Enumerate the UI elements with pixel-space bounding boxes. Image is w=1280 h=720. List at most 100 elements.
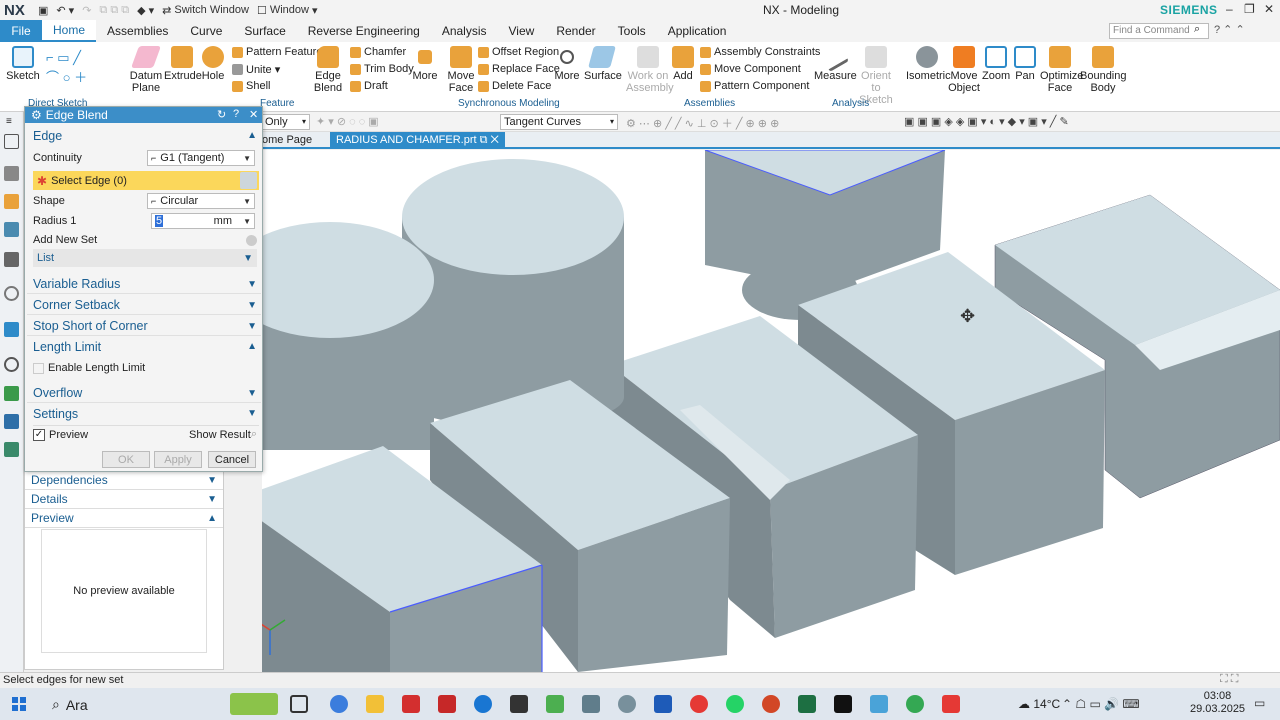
solidworks-icon[interactable] [402, 695, 420, 713]
more-sync-button[interactable]: More [552, 46, 582, 82]
whatsapp-icon[interactable] [726, 695, 744, 713]
details-section[interactable]: Details ▼ [25, 490, 223, 509]
replace-face-button[interactable]: Replace Face [478, 63, 560, 75]
overflow-section[interactable]: Overflow ▼ [27, 384, 261, 403]
search-icon[interactable]: ⌕ [1194, 23, 1200, 36]
fullscreen-icon[interactable]: ⛶ ⛶ [1220, 673, 1238, 686]
close-icon[interactable]: ✕ [249, 108, 258, 121]
optimize-face-button[interactable]: Optimize Face [1040, 46, 1083, 94]
process-studio-icon[interactable] [4, 442, 19, 457]
task-view-icon[interactable] [290, 695, 308, 713]
select-edge-row[interactable]: ✱ Select Edge (0) [33, 171, 259, 190]
curve-rule-dropdown[interactable]: Tangent Curves ▾ [500, 114, 618, 130]
assembly-constraints-button[interactable]: Assembly Constraints [700, 46, 820, 58]
move-face-button[interactable]: Move Face [446, 46, 476, 94]
powerpoint-icon[interactable] [762, 695, 780, 713]
tab-reverse-engineering[interactable]: Reverse Engineering [297, 20, 431, 42]
system-tray-icons[interactable]: ⌃ ☖ ▭ 🔊 ⌨ [1062, 697, 1140, 711]
view-tool-icons[interactable]: ▣ ▣ ▣ ◈ ◈ ▣ ▾ ◐ ▾ ◆ ▾ ▣ ▾ ╱ ✎ [904, 115, 1069, 128]
copilot-icon[interactable] [330, 695, 348, 713]
chrome2-icon[interactable] [906, 695, 924, 713]
restore-icon[interactable]: ❐ [1244, 2, 1255, 16]
corner-setback-section[interactable]: Corner Setback ▼ [27, 296, 261, 315]
magnifier-icon[interactable]: ⌕ [251, 428, 257, 441]
web-browser-icon[interactable] [4, 322, 19, 337]
extrude-button[interactable]: Extrude [164, 46, 202, 82]
stop-short-section[interactable]: Stop Short of Corner ▼ [27, 317, 261, 336]
sketch-button[interactable]: Sketch [6, 46, 40, 82]
sketch-curve-icons[interactable]: ⌐ ▭ ╱ ⌒ ○ ＋ [46, 48, 87, 88]
datum-plane-button[interactable]: Datum Plane [128, 46, 164, 94]
file-explorer-icon[interactable] [366, 695, 384, 713]
tab-active-part[interactable]: RADIUS AND CHAMFER.prt ⧉ ✕ [330, 132, 505, 149]
tab-surface[interactable]: Surface [233, 20, 296, 42]
taskbar-search[interactable]: ⌕ Ara [52, 696, 88, 713]
offset-region-button[interactable]: Offset Region [478, 46, 559, 58]
windows-start-icon[interactable] [12, 697, 26, 711]
tab-analysis[interactable]: Analysis [431, 20, 498, 42]
cancel-button[interactable]: Cancel [208, 451, 256, 468]
dependencies-section[interactable]: Dependencies ▼ [25, 471, 223, 490]
edge-blend-button[interactable]: Edge Blend [310, 46, 346, 94]
app-x-icon[interactable] [510, 695, 528, 713]
widget-icon[interactable] [230, 693, 278, 715]
dialog-title-bar[interactable]: ⚙ Edge Blend ↻ ? ✕ [25, 107, 262, 123]
file-menu[interactable]: File [0, 20, 42, 42]
reset-icon[interactable]: ↻ [217, 108, 226, 121]
tab-view[interactable]: View [498, 20, 546, 42]
clock-icon[interactable] [4, 357, 19, 372]
system-materials-icon[interactable] [4, 414, 19, 429]
media-icon[interactable] [834, 695, 852, 713]
calculator-icon[interactable] [582, 695, 600, 713]
redo-icon[interactable]: ↷ [82, 4, 91, 17]
isometric-button[interactable]: Isometric [906, 46, 951, 82]
window-menu[interactable]: ☐ Window ▾ [257, 4, 318, 17]
switch-window-button[interactable]: ⇄ Switch Window [162, 4, 249, 17]
tab-assemblies[interactable]: Assemblies [96, 20, 179, 42]
settings-section[interactable]: Settings ▼ [27, 404, 261, 423]
pattern-component-button[interactable]: Pattern Component [700, 80, 809, 92]
app-red-icon[interactable] [942, 695, 960, 713]
surface-button[interactable]: Surface [584, 46, 622, 82]
gear-icon[interactable]: ⚙ [31, 108, 42, 122]
tab-tools[interactable]: Tools [607, 20, 657, 42]
tab-curve[interactable]: Curve [179, 20, 233, 42]
save-icon[interactable]: ▣ [38, 4, 48, 17]
menu-icon[interactable]: ≡ [6, 116, 12, 127]
cube-icon[interactable]: ◆ ▾ [137, 4, 154, 17]
type-filter-dropdown[interactable]: Only ▾ [262, 114, 310, 130]
trim-body-button[interactable]: Trim Body [350, 63, 414, 75]
chamfer-button[interactable]: Chamfer [350, 46, 406, 58]
delete-face-button[interactable]: Delete Face [478, 80, 551, 92]
chrome-icon[interactable] [690, 695, 708, 713]
list-row[interactable]: List ▼ [33, 249, 257, 267]
pan-button[interactable]: Pan [1012, 46, 1038, 82]
continuity-dropdown[interactable]: ⌐ G1 (Tangent) ▼ [147, 150, 255, 166]
help-icons[interactable]: ? ⌃ ⌃ [1214, 23, 1245, 36]
close-icon[interactable]: ✕ [1264, 2, 1274, 16]
gear-icon[interactable] [4, 134, 19, 149]
app-c-icon[interactable] [546, 695, 564, 713]
solidworks2-icon[interactable] [438, 695, 456, 713]
hole-button[interactable]: Hole [200, 46, 226, 82]
add-button[interactable]: Add [670, 46, 696, 82]
clock[interactable]: 03:08 29.03.2025 [1190, 690, 1245, 716]
snap-point-icons[interactable]: ⚙ ⋯ ⊕ ╱ ╱ ∿ ⊥ ⊙ ＋ ╱ ⊕ ⊕ ⊕ [626, 115, 779, 131]
unite-button[interactable]: Unite ▾ [232, 63, 280, 76]
selection-tool-icons[interactable]: ✦ ▾ ⊘ ◌ ◌ ▣ [316, 115, 379, 128]
radius-input[interactable]: 5 mm ▼ [151, 213, 255, 229]
tab-home-page[interactable]: ome Page [262, 134, 312, 146]
history-icon[interactable] [4, 286, 19, 301]
weather-widget[interactable]: ☁ 14°C [1018, 697, 1060, 711]
minimize-icon[interactable]: – [1226, 2, 1233, 16]
zoom-button[interactable]: Zoom [982, 46, 1010, 82]
show-result-button[interactable]: Show Result [189, 429, 251, 441]
tab-render[interactable]: Render [545, 20, 606, 42]
draft-button[interactable]: Draft [350, 80, 388, 92]
reuse-library-icon[interactable] [4, 252, 19, 267]
nx-taskbar-icon[interactable] [870, 695, 888, 713]
length-limit-section[interactable]: Length Limit ▲ [27, 337, 261, 356]
app-s-icon[interactable] [474, 695, 492, 713]
assembly-navigator-icon[interactable] [4, 194, 19, 209]
preview-section[interactable]: Preview ▲ [25, 509, 223, 528]
